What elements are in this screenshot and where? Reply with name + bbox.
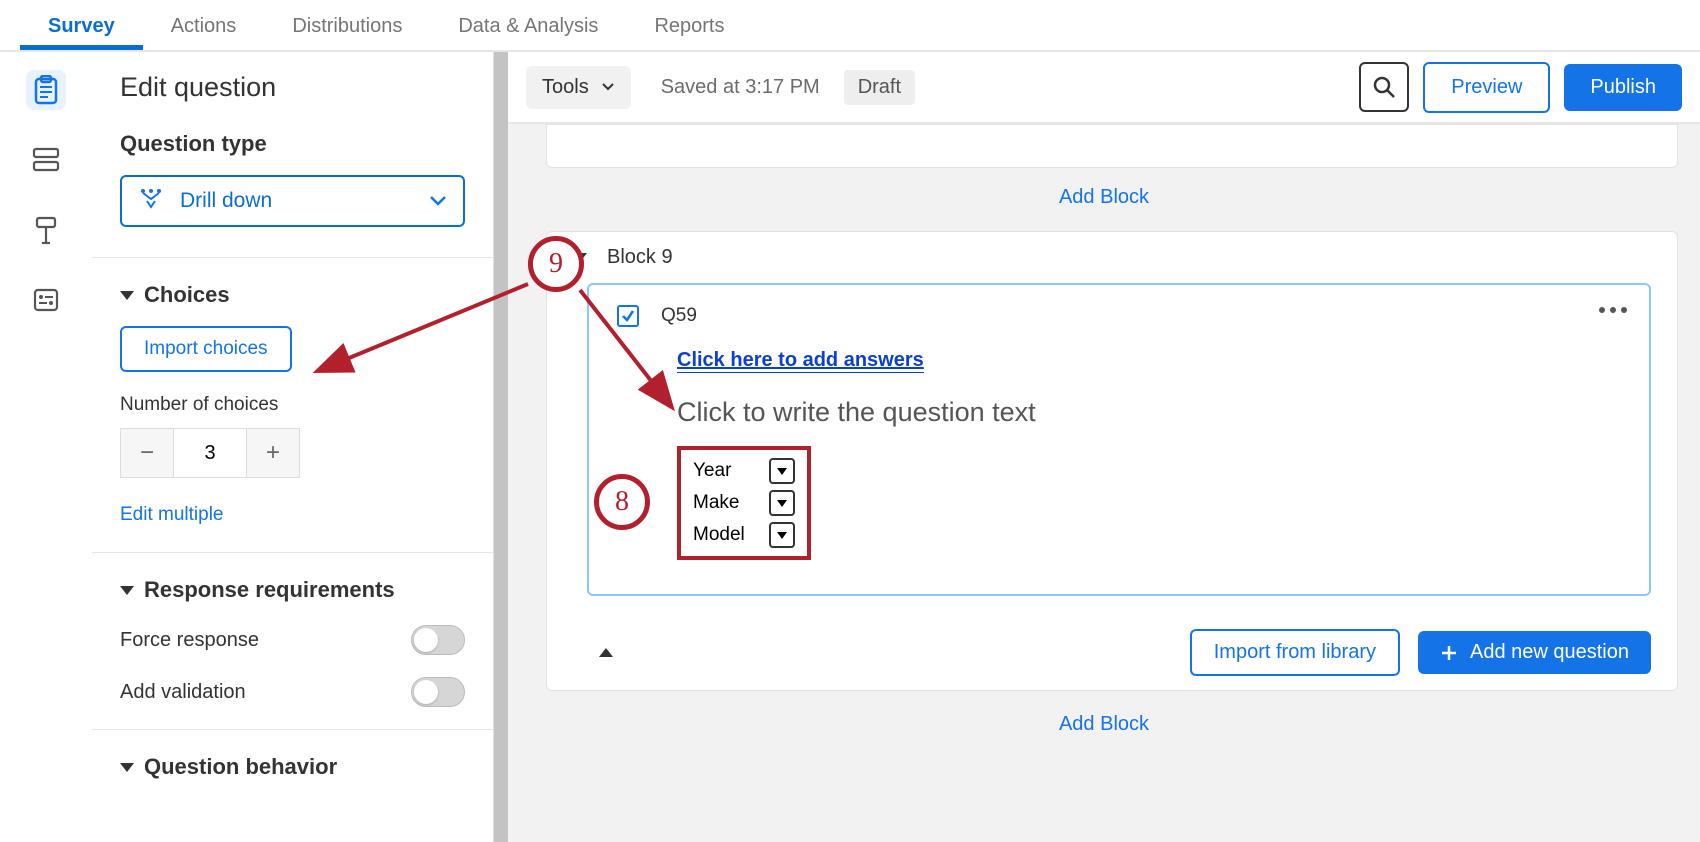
num-choices-label: Number of choices <box>120 394 465 416</box>
plus-icon <box>1440 644 1458 662</box>
add-answers-link[interactable]: Click here to add answers <box>677 349 924 373</box>
import-from-library-button[interactable]: Import from library <box>1190 629 1400 676</box>
rail-flow-icon[interactable] <box>26 280 66 320</box>
field-model-select[interactable] <box>769 522 795 548</box>
add-block-link-bottom[interactable]: Add Block <box>508 713 1700 736</box>
rail-survey-icon[interactable] <box>26 70 66 110</box>
choices-increment[interactable]: + <box>247 429 299 477</box>
question-type-select[interactable]: Drill down <box>120 175 465 227</box>
block-card: Block 9 Q59 Click here to add answers Cl… <box>546 231 1678 691</box>
rail-layout-icon[interactable] <box>26 140 66 180</box>
section-question-behavior[interactable]: Question behavior <box>120 754 465 780</box>
response-req-header: Response requirements <box>144 577 395 603</box>
tab-reports[interactable]: Reports <box>626 1 752 50</box>
chevron-down-icon <box>429 189 447 213</box>
add-validation-label: Add validation <box>120 681 246 704</box>
field-year-select[interactable] <box>769 458 795 484</box>
choices-decrement[interactable]: − <box>121 429 173 477</box>
question-type-value: Drill down <box>180 189 272 213</box>
survey-canvas: Add Block Block 9 Q59 Click here to add … <box>508 124 1700 842</box>
question-box[interactable]: Q59 Click here to add answers Click to w… <box>587 283 1651 596</box>
prev-block-tail <box>546 124 1678 168</box>
question-text[interactable]: Click to write the question text <box>677 397 1621 428</box>
drilldown-fields: Year Make Model <box>677 446 811 560</box>
search-icon <box>1372 75 1396 99</box>
editor-toolbar: Tools Saved at 3:17 PM Draft Preview Pub… <box>508 52 1700 124</box>
tools-dropdown[interactable]: Tools <box>526 66 631 109</box>
tab-distributions[interactable]: Distributions <box>264 1 430 50</box>
left-rail <box>0 52 92 842</box>
caret-down-icon <box>120 586 134 595</box>
block-title: Block 9 <box>607 246 673 269</box>
add-block-link-top[interactable]: Add Block <box>508 186 1700 209</box>
tab-actions[interactable]: Actions <box>143 1 265 50</box>
force-response-label: Force response <box>120 629 259 652</box>
section-choices[interactable]: Choices <box>120 282 465 308</box>
panel-title: Edit question <box>120 72 465 103</box>
preview-button[interactable]: Preview <box>1423 62 1550 113</box>
annotation-nine: 9 <box>528 236 584 292</box>
caret-up-icon <box>599 648 613 657</box>
field-make-select[interactable] <box>769 490 795 516</box>
block-head[interactable]: Block 9 <box>547 232 1677 283</box>
tab-data-analysis[interactable]: Data & Analysis <box>430 1 626 50</box>
section-response-req[interactable]: Response requirements <box>120 577 465 603</box>
top-tabs: Survey Actions Distributions Data & Anal… <box>0 0 1700 52</box>
edit-multiple-link[interactable]: Edit multiple <box>120 504 224 526</box>
rail-theme-icon[interactable] <box>26 210 66 250</box>
question-checkbox[interactable] <box>617 305 639 327</box>
field-model-label[interactable]: Model <box>693 524 749 546</box>
caret-down-icon <box>120 291 134 300</box>
caret-down-icon <box>120 763 134 772</box>
edit-panel: Edit question Question type Drill down C… <box>92 52 494 842</box>
publish-button[interactable]: Publish <box>1564 64 1682 111</box>
tab-survey[interactable]: Survey <box>20 1 143 50</box>
force-response-toggle[interactable] <box>411 625 465 655</box>
question-behavior-header: Question behavior <box>144 754 337 780</box>
scrollbar[interactable] <box>494 52 508 842</box>
import-choices-button[interactable]: Import choices <box>120 326 292 372</box>
field-make-label[interactable]: Make <box>693 492 749 514</box>
question-id: Q59 <box>661 305 697 327</box>
annotation-eight: 8 <box>594 474 650 530</box>
drilldown-icon <box>138 187 164 215</box>
question-type-label: Question type <box>120 131 465 157</box>
choices-header: Choices <box>144 282 230 308</box>
saved-status: Saved at 3:17 PM <box>661 76 820 99</box>
field-year-label[interactable]: Year <box>693 460 749 482</box>
add-new-question-button[interactable]: Add new question <box>1418 631 1651 674</box>
chevron-down-icon <box>601 82 615 92</box>
search-button[interactable] <box>1359 62 1409 112</box>
add-validation-toggle[interactable] <box>411 677 465 707</box>
question-more-icon[interactable] <box>1599 307 1627 313</box>
status-badge: Draft <box>844 70 915 105</box>
choices-count: 3 <box>173 429 247 477</box>
choices-stepper: − 3 + <box>120 428 300 478</box>
